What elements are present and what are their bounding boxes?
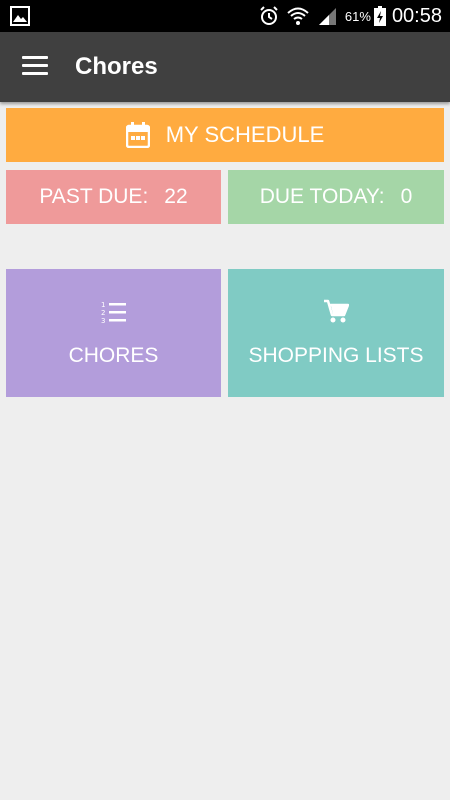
hamburger-menu-icon[interactable] <box>22 56 48 78</box>
shopping-lists-label: SHOPPING LISTS <box>248 344 424 367</box>
svg-text:1: 1 <box>101 301 105 309</box>
page-title: Chores <box>75 53 158 80</box>
clock: 00:58 <box>391 4 442 27</box>
due-today-label: DUE TODAY: <box>259 185 385 208</box>
battery-charging-icon <box>373 6 386 26</box>
signal-icon <box>317 6 337 26</box>
due-today-summary[interactable]: DUE TODAY: 0 <box>228 170 444 224</box>
svg-text:2: 2 <box>101 309 105 317</box>
app-bar: Chores <box>0 32 450 102</box>
my-schedule-button[interactable]: MY SCHEDULE <box>6 108 444 162</box>
numbered-list-icon: 1 2 3 <box>101 298 127 326</box>
chores-label: CHORES <box>68 344 159 367</box>
past-due-label: PAST DUE: <box>39 185 149 208</box>
image-icon <box>10 6 30 26</box>
alarm-icon <box>259 6 279 26</box>
past-due-summary[interactable]: PAST DUE: 22 <box>6 170 221 224</box>
shopping-cart-icon <box>323 298 349 326</box>
chores-tile[interactable]: 1 2 3 CHORES <box>6 269 221 397</box>
my-schedule-label: MY SCHEDULE <box>165 122 325 147</box>
status-bar: 61% 00:58 <box>0 0 450 32</box>
battery-percent: 61% <box>344 8 371 24</box>
due-today-count: 0 <box>400 185 413 208</box>
shopping-lists-tile[interactable]: SHOPPING LISTS <box>228 269 444 397</box>
status-icons: 61% 00:58 <box>251 0 442 32</box>
past-due-count: 22 <box>164 185 188 208</box>
calendar-icon <box>125 122 150 148</box>
wifi-icon <box>287 6 309 26</box>
svg-text:3: 3 <box>101 317 105 324</box>
